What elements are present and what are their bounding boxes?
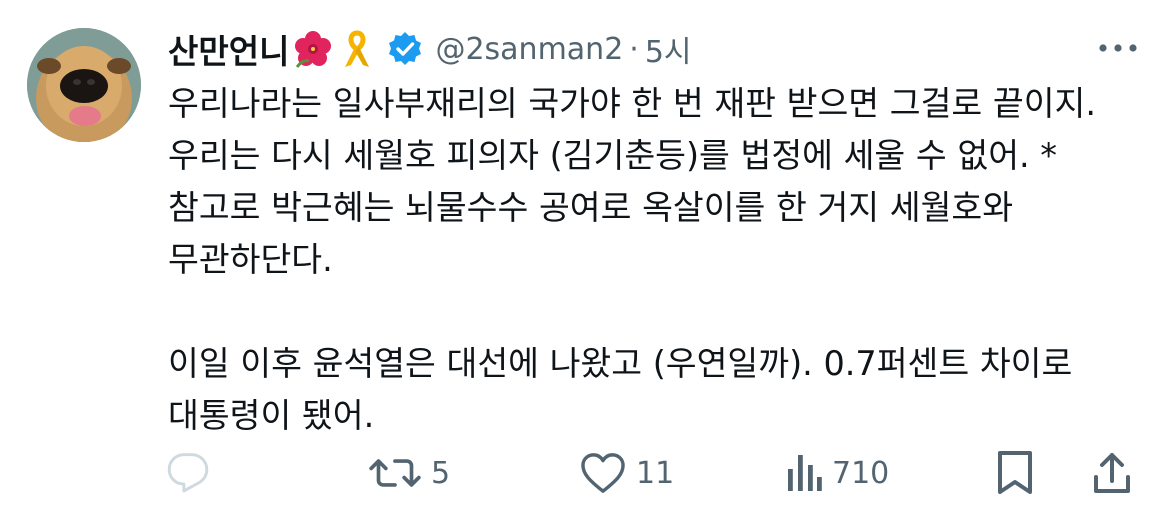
views-button[interactable]: 710 bbox=[786, 448, 889, 498]
verified-badge-icon bbox=[387, 31, 423, 67]
retweet-button[interactable]: 5 bbox=[369, 448, 450, 498]
bookmark-icon bbox=[998, 451, 1032, 494]
tweet-header: 산만언니 @2sanman2 · 5시 bbox=[168, 24, 692, 74]
timestamp[interactable]: 5시 bbox=[645, 27, 692, 71]
like-count: 11 bbox=[636, 455, 675, 491]
reply-icon bbox=[167, 453, 209, 493]
more-options-icon[interactable] bbox=[1096, 38, 1140, 58]
view-count: 710 bbox=[832, 455, 890, 491]
like-button[interactable]: 11 bbox=[580, 448, 674, 498]
avatar[interactable] bbox=[27, 28, 141, 142]
bookmark-button[interactable] bbox=[996, 448, 1034, 498]
tweet-actions: 5 11 710 bbox=[0, 440, 1170, 510]
retweet-count: 5 bbox=[431, 455, 451, 491]
user-handle[interactable]: @2sanman2 bbox=[435, 32, 623, 67]
hibiscus-emoji bbox=[293, 29, 333, 69]
heart-icon bbox=[581, 453, 625, 493]
display-name[interactable]: 산만언니 bbox=[168, 25, 289, 73]
share-button[interactable] bbox=[1092, 448, 1132, 498]
separator-dot: · bbox=[629, 31, 639, 67]
tweet-text: 우리나라는 일사부재리의 국가야 한 번 재판 받으면 그걸로 끝이지. 우리는… bbox=[168, 84, 1096, 435]
tweet[interactable]: 산만언니 @2sanman2 · 5시 우리나라는 일사부재리의 국가야 한 번… bbox=[0, 0, 1170, 523]
views-chart-icon bbox=[788, 455, 822, 491]
retweet-icon bbox=[369, 459, 421, 487]
yellow-ribbon-emoji bbox=[337, 29, 377, 69]
share-icon bbox=[1094, 453, 1130, 493]
reply-button[interactable] bbox=[166, 448, 220, 498]
